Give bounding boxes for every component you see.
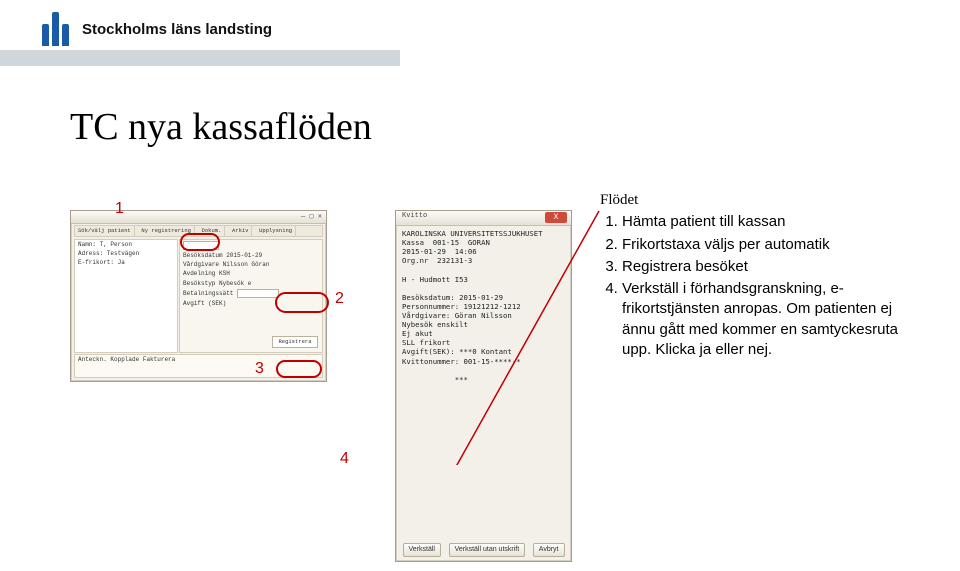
flow-step: Hämta patient till kassan xyxy=(622,212,910,232)
landsting-logo-icon xyxy=(38,12,72,46)
flow-heading: Flödet xyxy=(600,190,910,210)
org-name: Stockholms läns landsting xyxy=(82,21,272,38)
close-icon[interactable]: X xyxy=(545,212,567,223)
flow-step: Registrera besöket xyxy=(622,257,910,277)
left-row: Adress: Testvägen xyxy=(75,249,177,258)
left-row: Namn: T, Person xyxy=(75,240,177,249)
annotation-number-1: 1 xyxy=(115,200,124,218)
verkstall-utan-button[interactable]: Verkställ utan utskrift xyxy=(449,543,526,557)
page-header: Stockholms läns landsting xyxy=(0,0,960,66)
annotation-number-4: 4 xyxy=(340,450,349,468)
slide-title: TC nya kassaflöden xyxy=(70,105,372,149)
right-row: Vårdgivare Nilsson Göran xyxy=(180,260,322,269)
bottom-label: Kopplade xyxy=(110,356,139,363)
flow-steps: Hämta patient till kassan Frikortstaxa v… xyxy=(600,212,910,360)
verkstall-button[interactable]: Verkställ xyxy=(403,543,441,557)
receipt-body: KAROLINSKA UNIVERSITETSSJUKHUSET Kassa 0… xyxy=(402,229,543,384)
receipt-window-title: Kvitto xyxy=(402,212,427,220)
screenshot-receipt: Kvitto X KAROLINSKA UNIVERSITETSSJUKHUSE… xyxy=(395,210,572,562)
flow-step: Verkställ i förhandsgranskning, e-frikor… xyxy=(622,279,910,360)
register-button[interactable]: Registrera xyxy=(272,336,318,348)
flow-step: Frikortstaxa väljs per automatik xyxy=(622,235,910,255)
avbryt-button[interactable]: Avbryt xyxy=(533,543,565,557)
bottom-label: Anteckn. xyxy=(78,356,107,363)
receipt-button-row: Verkställ Verkställ utan utskrift Avbryt xyxy=(396,543,571,557)
annotation-number-3: 3 xyxy=(255,360,264,378)
form-left-pane: Namn: T, Person Adress: Testvägen E-frik… xyxy=(74,239,178,353)
annotation-number-2: 2 xyxy=(335,290,344,308)
right-row: Betalningssätt xyxy=(183,290,233,297)
right-row: Besökstyp Nybesök e xyxy=(180,279,322,288)
bottom-label: Fakturera xyxy=(143,356,175,363)
header-stripe xyxy=(0,50,400,66)
toolbar-item[interactable]: Sök/välj patient xyxy=(75,226,135,236)
slide-content: TC nya kassaflöden — ▢ ✕ Sök/välj patien… xyxy=(0,80,960,571)
left-row: E-frikort: Ja xyxy=(75,258,177,267)
toolbar-item[interactable]: Upplysning xyxy=(256,226,296,236)
flow-text: Flödet Hämta patient till kassan Frikort… xyxy=(600,190,910,362)
annotation-circle-2 xyxy=(275,292,329,313)
annotation-circle-3 xyxy=(276,360,322,378)
window-controls[interactable]: — ▢ ✕ xyxy=(301,213,322,221)
org-logo: Stockholms läns landsting xyxy=(38,12,272,46)
annotation-circle-1 xyxy=(180,233,220,251)
right-row: Besöksdatum 2015-01-29 xyxy=(180,251,322,260)
payment-select[interactable] xyxy=(237,289,279,298)
toolbar-item[interactable]: Arkiv xyxy=(229,226,253,236)
right-row: Avdelning KSH xyxy=(180,269,322,278)
